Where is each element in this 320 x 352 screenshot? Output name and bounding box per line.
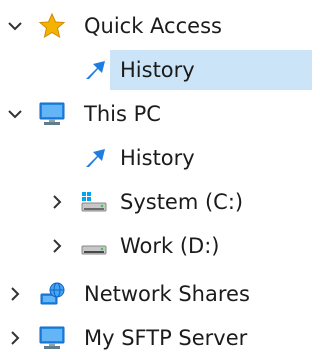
tree-item-network-shares[interactable]: Network Shares <box>0 272 312 316</box>
drive-icon <box>81 245 107 255</box>
tree-item-history-quick-access[interactable]: History <box>0 48 312 92</box>
tree-item-work-d[interactable]: Work (D:) <box>0 224 312 268</box>
tree-item-label: Network Shares <box>84 282 250 306</box>
monitor-icon <box>39 326 65 349</box>
tree-item-label: History <box>120 58 195 82</box>
chevron-right-icon[interactable] <box>46 235 68 257</box>
system-drive-icon <box>81 192 107 212</box>
chevron-down-icon[interactable] <box>4 103 26 125</box>
tree-item-label: This PC <box>84 102 161 126</box>
folder-tree: Quick Access History This PC History Sys… <box>0 0 312 352</box>
tree-item-this-pc[interactable]: This PC <box>0 92 312 136</box>
history-icon <box>82 58 106 82</box>
tree-item-label: Quick Access <box>84 14 222 38</box>
chevron-down-icon[interactable] <box>4 15 26 37</box>
tree-item-history-this-pc[interactable]: History <box>0 136 312 180</box>
tree-item-label: System (C:) <box>120 190 244 214</box>
tree-item-label: My SFTP Server <box>84 326 248 350</box>
tree-item-quick-access[interactable]: Quick Access <box>0 4 312 48</box>
tree-item-my-sftp-server[interactable]: My SFTP Server <box>0 316 312 352</box>
network-icon <box>40 282 65 305</box>
tree-item-label: History <box>120 146 195 170</box>
tree-item-label: Work (D:) <box>120 234 220 258</box>
chevron-right-icon[interactable] <box>46 191 68 213</box>
tree-item-system-c[interactable]: System (C:) <box>0 180 312 224</box>
chevron-right-icon[interactable] <box>4 283 26 305</box>
history-icon <box>82 146 106 170</box>
monitor-icon <box>39 102 65 125</box>
chevron-right-icon[interactable] <box>4 327 26 349</box>
star-icon <box>38 12 66 39</box>
